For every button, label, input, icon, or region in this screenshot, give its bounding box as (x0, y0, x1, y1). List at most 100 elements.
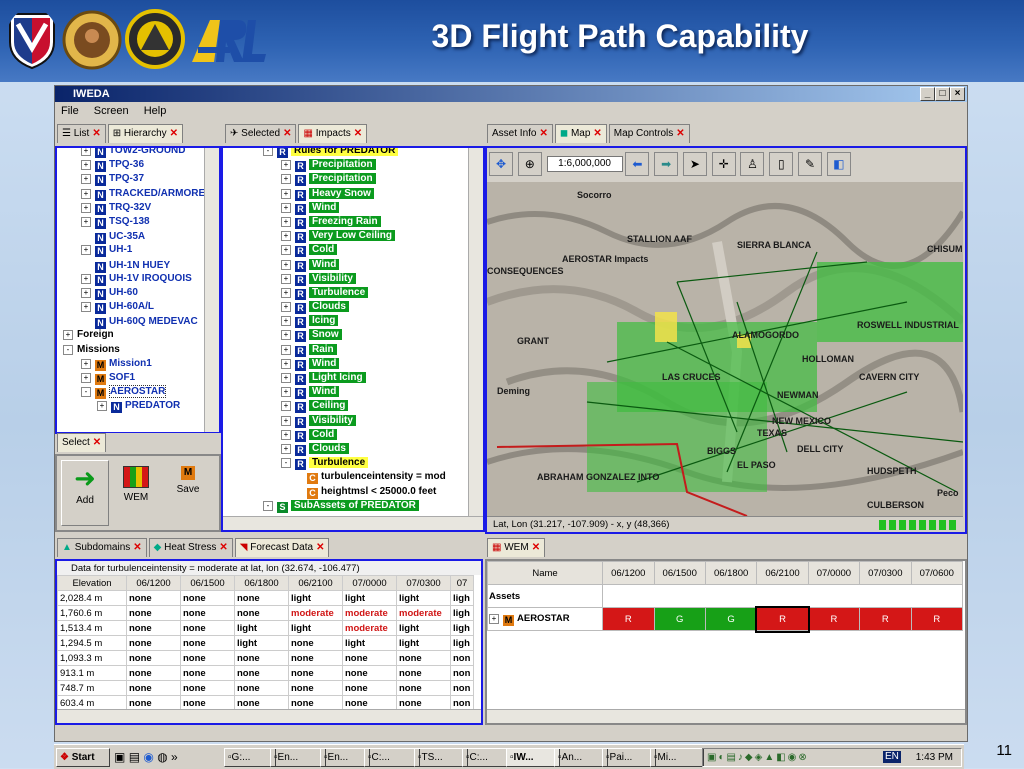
rule-item[interactable]: + R Visibility (263, 272, 483, 286)
expand-icon[interactable]: + (281, 231, 291, 242)
tree-item[interactable]: + N TRACKED/ARMORE (63, 187, 219, 201)
chrome-icon[interactable]: ◍ (157, 750, 167, 764)
expand-icon[interactable]: + (81, 358, 91, 369)
tree-item[interactable]: + N TPQ-36 (63, 158, 219, 173)
tab-subdomains[interactable]: ▲ Subdomains ✕ (57, 538, 147, 557)
explorer-icon[interactable]: ▤ (129, 750, 140, 764)
start-button[interactable]: ❖ Start (56, 748, 110, 767)
taskbar-item[interactable]: ▫G:... (224, 748, 276, 767)
expand-icon[interactable]: + (81, 302, 91, 313)
expand-icon[interactable]: + (81, 373, 91, 383)
rules-header[interactable]: - R Rules for PREDATOR (263, 148, 483, 158)
taskbar-item[interactable]: ▫C:... (462, 748, 512, 767)
layers-icon[interactable]: ◧ (826, 152, 851, 176)
expand-icon[interactable]: - (281, 458, 291, 469)
person-icon[interactable]: ♙ (740, 152, 765, 176)
tab-forecast-data[interactable]: ◥ Forecast Data ✕ (234, 538, 330, 557)
expand-icon[interactable]: + (81, 216, 91, 227)
back-arrow-icon[interactable]: ⬅ (625, 152, 650, 176)
tree-item[interactable]: + N UH-1 (63, 243, 219, 258)
menu-file[interactable]: File (61, 105, 79, 117)
expand-icon[interactable]: + (281, 443, 291, 454)
rule-item[interactable]: + R Clouds (263, 442, 483, 456)
rule-item[interactable]: + R Wind (263, 201, 483, 215)
forward-arrow-icon[interactable]: ➡ (654, 152, 679, 176)
expand-icon[interactable]: + (281, 415, 291, 426)
browser-icon[interactable]: ◉ (143, 750, 153, 764)
rule-item[interactable]: + R Cold (263, 243, 483, 258)
tab-selected[interactable]: ✈ Selected ✕ (225, 124, 297, 143)
expand-icon[interactable]: + (281, 316, 291, 327)
expand-icon[interactable]: + (281, 401, 291, 412)
expand-icon[interactable]: + (489, 613, 499, 624)
tree-item[interactable]: + N UH-60A/L (63, 300, 219, 315)
language-indicator[interactable]: EN (883, 751, 901, 763)
rule-item[interactable]: + R Precipitation (263, 172, 483, 187)
tab-list[interactable]: ☰ List ✕ (57, 124, 106, 143)
expand-icon[interactable]: + (281, 302, 291, 313)
rule-item[interactable]: + R Very Low Ceiling (263, 229, 483, 244)
desktop-icon[interactable]: ▣ (114, 750, 125, 764)
table-row[interactable]: 748.7 m none none none none none none non (57, 680, 474, 696)
close-icon[interactable]: ✕ (219, 542, 227, 553)
expand-icon[interactable]: + (281, 216, 291, 227)
taskbar-item[interactable]: ▫TS... (414, 748, 468, 767)
column-header[interactable]: 07 (450, 575, 474, 591)
tree-item[interactable]: N UH-60Q MEDEVAC (63, 314, 219, 330)
close-icon[interactable]: ✕ (170, 128, 178, 139)
rule-item[interactable]: + R Snow (263, 328, 483, 343)
wem-cell[interactable]: R (910, 607, 964, 631)
rule-item[interactable]: + R Turbulence (263, 286, 483, 300)
column-header[interactable]: 07/0300 (859, 561, 912, 585)
table-row[interactable]: 1,760.6 m none none none moderate moderate mod… (57, 605, 474, 621)
horizontal-scrollbar[interactable] (57, 709, 481, 723)
rule-item[interactable]: + R Wind (263, 258, 483, 272)
maximize-button[interactable]: □ (935, 87, 950, 101)
column-header[interactable]: Name (487, 561, 604, 585)
map-canvas[interactable]: Socorro STALLION AAF SIERRA BLANCA CHISUM CO… (487, 182, 963, 516)
zoom-in-icon[interactable]: ⊕ (517, 152, 542, 176)
expand-icon[interactable]: + (281, 245, 291, 256)
rule-item[interactable]: + R Cold (263, 428, 483, 442)
expand-icon[interactable]: + (281, 344, 291, 355)
column-header[interactable]: 06/2100 (288, 575, 343, 591)
column-header[interactable]: 06/1200 (126, 575, 181, 591)
wem-cell[interactable]: R (807, 607, 861, 631)
expand-icon[interactable]: + (281, 259, 291, 270)
expand-icon[interactable]: + (281, 174, 291, 185)
expand-icon[interactable]: - (63, 344, 73, 355)
tree-item[interactable]: + N TOW2-GROUND (63, 148, 219, 158)
more-icon[interactable]: » (171, 750, 178, 764)
expand-icon[interactable]: + (281, 387, 291, 398)
wem-cell[interactable]: R (859, 607, 912, 631)
tray-icons[interactable]: ▣◐▤♪◆◈▲◧◉⊗ (707, 752, 809, 763)
expand-icon[interactable]: + (281, 373, 291, 383)
wem-button[interactable]: WEM (113, 460, 159, 524)
vertical-scrollbar[interactable] (204, 148, 219, 432)
tree-item[interactable]: + N TPQ-37 (63, 172, 219, 187)
rule-item[interactable]: + R Ceiling (263, 399, 483, 414)
close-icon[interactable]: ✕ (593, 128, 601, 139)
rule-item[interactable]: + R Wind (263, 357, 483, 371)
taskbar-item[interactable]: ▫C:... (364, 748, 420, 767)
column-header[interactable]: 07/0600 (910, 561, 964, 585)
expand-icon[interactable]: + (81, 160, 91, 171)
tree-item[interactable]: + Foreign (63, 328, 219, 342)
expand-icon[interactable]: - (263, 148, 273, 156)
column-header[interactable]: 07/0000 (807, 561, 861, 585)
rule-item[interactable]: + R Icing (263, 314, 483, 329)
expand-icon[interactable]: + (81, 287, 91, 298)
tab-wem[interactable]: ▦ WEM ✕ (487, 538, 546, 557)
trash-icon[interactable]: ▯ (769, 152, 794, 176)
menu-help[interactable]: Help (144, 105, 167, 117)
horizontal-scrollbar[interactable] (487, 709, 965, 723)
minimize-button[interactable]: _ (920, 87, 935, 101)
column-header[interactable]: 06/1800 (704, 561, 758, 585)
tree-item[interactable]: - M AEROSTAR (63, 385, 219, 400)
close-icon[interactable]: ✕ (532, 542, 540, 553)
tree-item[interactable]: + M SOF1 (63, 371, 219, 385)
wem-cell[interactable]: R (602, 607, 655, 631)
expand-icon[interactable]: + (281, 330, 291, 341)
wem-cell[interactable]: G (653, 607, 706, 631)
tree-item[interactable]: + N UH-60 (63, 286, 219, 300)
